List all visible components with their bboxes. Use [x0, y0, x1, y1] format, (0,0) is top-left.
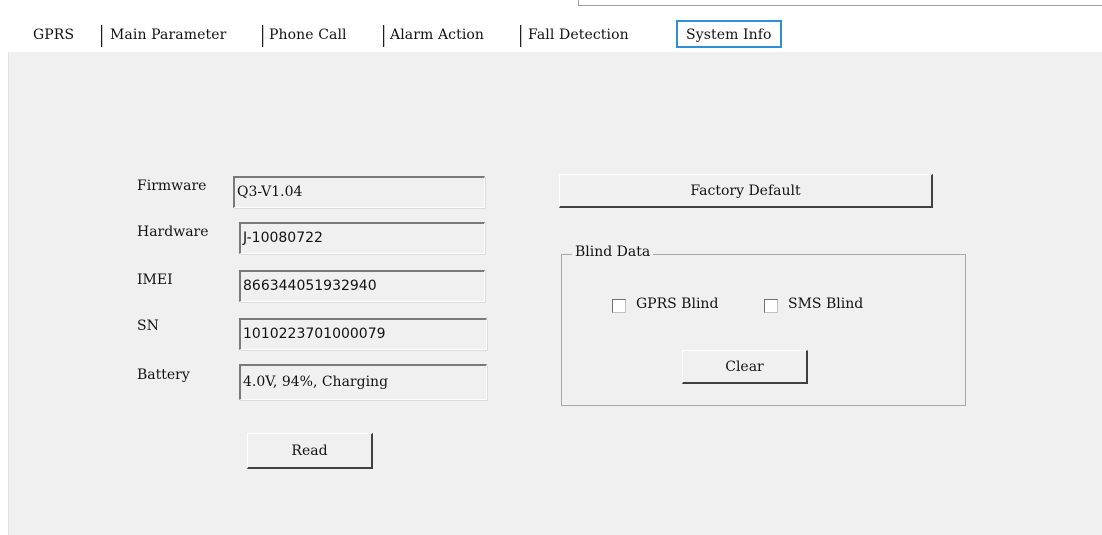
read-button[interactable]: Read [247, 433, 373, 469]
sn-field[interactable]: 1010223701000079 [239, 318, 487, 350]
window-top-border [578, 0, 1102, 6]
clear-button[interactable]: Clear [682, 350, 808, 384]
gprs-blind-checkbox[interactable] [612, 299, 626, 313]
hardware-field[interactable]: J-10080722 [239, 222, 485, 254]
tab-main-parameter[interactable]: Main Parameter [110, 22, 226, 48]
sn-label: SN [137, 318, 159, 334]
tab-fall-detection[interactable]: Fall Detection [528, 22, 629, 48]
sms-blind-label[interactable]: SMS Blind [788, 296, 863, 312]
imei-field[interactable]: 866344051932940 [239, 270, 485, 302]
blind-data-legend: Blind Data [572, 244, 654, 260]
firmware-label: Firmware [137, 178, 207, 194]
hardware-label: Hardware [137, 224, 209, 240]
tab-gprs[interactable]: GPRS [33, 22, 74, 48]
tab-separator [262, 25, 264, 47]
tab-separator [101, 25, 103, 47]
gprs-blind-label[interactable]: GPRS Blind [636, 296, 718, 312]
factory-default-button[interactable]: Factory Default [559, 174, 933, 208]
tab-alarm-action[interactable]: Alarm Action [390, 22, 484, 48]
blind-data-group: Blind Data GPRS Blind SMS Blind Clear [561, 244, 966, 406]
imei-label: IMEI [137, 272, 173, 288]
firmware-field[interactable]: Q3-V1.04 [233, 176, 485, 208]
tab-system-info[interactable]: System Info [676, 20, 782, 48]
sms-blind-checkbox[interactable] [764, 299, 778, 313]
tab-separator [520, 25, 522, 47]
tab-bar: GPRS Main Parameter Phone Call Alarm Act… [0, 20, 1102, 52]
battery-label: Battery [137, 367, 190, 383]
system-info-panel: Firmware Q3-V1.04 Hardware J-10080722 IM… [8, 52, 1102, 535]
tab-separator [383, 25, 385, 47]
battery-field[interactable]: 4.0V, 94%, Charging [239, 364, 487, 400]
tab-phone-call[interactable]: Phone Call [269, 22, 347, 48]
